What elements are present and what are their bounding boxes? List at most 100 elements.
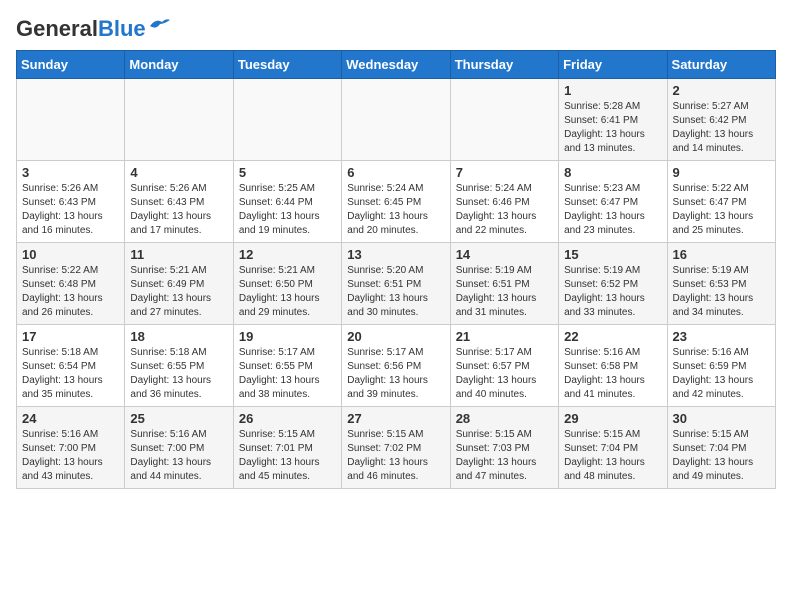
calendar-cell: 26 Sunrise: 5:15 AM Sunset: 7:01 PM Dayli… — [233, 407, 341, 489]
day-number: 9 — [673, 165, 770, 180]
calendar-cell: 3 Sunrise: 5:26 AM Sunset: 6:43 PM Daylig… — [17, 161, 125, 243]
day-number: 16 — [673, 247, 770, 262]
day-info: Sunrise: 5:19 AM Sunset: 6:51 PM Dayligh… — [456, 264, 553, 320]
weekday-header-saturday: Saturday — [667, 51, 775, 79]
day-number: 2 — [673, 83, 770, 98]
day-number: 25 — [130, 411, 227, 426]
calendar-cell — [450, 79, 558, 161]
calendar-header-row: SundayMondayTuesdayWednesdayThursdayFrid… — [17, 51, 776, 79]
day-info: Sunrise: 5:15 AM Sunset: 7:04 PM Dayligh… — [564, 428, 661, 484]
day-number: 8 — [564, 165, 661, 180]
day-number: 6 — [347, 165, 444, 180]
calendar-cell: 2 Sunrise: 5:27 AM Sunset: 6:42 PM Daylig… — [667, 79, 775, 161]
calendar: SundayMondayTuesdayWednesdayThursdayFrid… — [16, 50, 776, 489]
day-info: Sunrise: 5:21 AM Sunset: 6:49 PM Dayligh… — [130, 264, 227, 320]
day-number: 11 — [130, 247, 227, 262]
day-number: 3 — [22, 165, 119, 180]
day-info: Sunrise: 5:19 AM Sunset: 6:53 PM Dayligh… — [673, 264, 770, 320]
weekday-header-monday: Monday — [125, 51, 233, 79]
day-info: Sunrise: 5:18 AM Sunset: 6:55 PM Dayligh… — [130, 346, 227, 402]
calendar-cell: 13Sunrise: 5:20 AM Sunset: 6:51 PM Dayli… — [342, 243, 450, 325]
calendar-cell: 10 Sunrise: 5:22 AM Sunset: 6:48 PM Dayli… — [17, 243, 125, 325]
calendar-cell: 28 Sunrise: 5:15 AM Sunset: 7:03 PM Dayli… — [450, 407, 558, 489]
day-number: 22 — [564, 329, 661, 344]
day-number: 17 — [22, 329, 119, 344]
day-info: Sunrise: 5:19 AM Sunset: 6:52 PM Dayligh… — [564, 264, 661, 320]
day-info: Sunrise: 5:15 AM Sunset: 7:03 PM Dayligh… — [456, 428, 553, 484]
day-number: 19 — [239, 329, 336, 344]
calendar-cell: 1 Sunrise: 5:28 AM Sunset: 6:41 PM Daylig… — [559, 79, 667, 161]
day-number: 28 — [456, 411, 553, 426]
logo: GeneralBlue — [16, 16, 170, 42]
calendar-cell — [233, 79, 341, 161]
calendar-week-row: 1 Sunrise: 5:28 AM Sunset: 6:41 PM Daylig… — [17, 79, 776, 161]
day-info: Sunrise: 5:17 AM Sunset: 6:56 PM Dayligh… — [347, 346, 444, 402]
day-number: 29 — [564, 411, 661, 426]
weekday-header-thursday: Thursday — [450, 51, 558, 79]
calendar-cell — [17, 79, 125, 161]
day-info: Sunrise: 5:15 AM Sunset: 7:01 PM Dayligh… — [239, 428, 336, 484]
day-number: 24 — [22, 411, 119, 426]
day-number: 23 — [673, 329, 770, 344]
logo-bird-icon — [148, 16, 170, 34]
day-number: 10 — [22, 247, 119, 262]
weekday-header-tuesday: Tuesday — [233, 51, 341, 79]
day-info: Sunrise: 5:21 AM Sunset: 6:50 PM Dayligh… — [239, 264, 336, 320]
day-info: Sunrise: 5:27 AM Sunset: 6:42 PM Dayligh… — [673, 100, 770, 156]
calendar-week-row: 17 Sunrise: 5:18 AM Sunset: 6:54 PM Dayli… — [17, 325, 776, 407]
day-info: Sunrise: 5:16 AM Sunset: 6:58 PM Dayligh… — [564, 346, 661, 402]
calendar-cell: 12 Sunrise: 5:21 AM Sunset: 6:50 PM Dayli… — [233, 243, 341, 325]
day-info: Sunrise: 5:16 AM Sunset: 7:00 PM Dayligh… — [130, 428, 227, 484]
day-number: 26 — [239, 411, 336, 426]
calendar-cell — [125, 79, 233, 161]
day-info: Sunrise: 5:26 AM Sunset: 6:43 PM Dayligh… — [130, 182, 227, 238]
day-info: Sunrise: 5:22 AM Sunset: 6:47 PM Dayligh… — [673, 182, 770, 238]
header: GeneralBlue — [16, 16, 776, 42]
day-number: 27 — [347, 411, 444, 426]
weekday-header-wednesday: Wednesday — [342, 51, 450, 79]
day-number: 12 — [239, 247, 336, 262]
day-info: Sunrise: 5:22 AM Sunset: 6:48 PM Dayligh… — [22, 264, 119, 320]
day-info: Sunrise: 5:28 AM Sunset: 6:41 PM Dayligh… — [564, 100, 661, 156]
calendar-cell: 7 Sunrise: 5:24 AM Sunset: 6:46 PM Daylig… — [450, 161, 558, 243]
day-number: 20 — [347, 329, 444, 344]
day-number: 4 — [130, 165, 227, 180]
day-info: Sunrise: 5:26 AM Sunset: 6:43 PM Dayligh… — [22, 182, 119, 238]
calendar-cell: 4 Sunrise: 5:26 AM Sunset: 6:43 PM Daylig… — [125, 161, 233, 243]
calendar-cell: 29 Sunrise: 5:15 AM Sunset: 7:04 PM Dayli… — [559, 407, 667, 489]
calendar-cell: 23Sunrise: 5:16 AM Sunset: 6:59 PM Dayli… — [667, 325, 775, 407]
calendar-cell: 8 Sunrise: 5:23 AM Sunset: 6:47 PM Daylig… — [559, 161, 667, 243]
calendar-cell: 18Sunrise: 5:18 AM Sunset: 6:55 PM Dayli… — [125, 325, 233, 407]
day-number: 30 — [673, 411, 770, 426]
calendar-week-row: 24 Sunrise: 5:16 AM Sunset: 7:00 PM Dayli… — [17, 407, 776, 489]
calendar-cell: 14 Sunrise: 5:19 AM Sunset: 6:51 PM Dayli… — [450, 243, 558, 325]
weekday-header-sunday: Sunday — [17, 51, 125, 79]
day-number: 1 — [564, 83, 661, 98]
calendar-cell: 22 Sunrise: 5:16 AM Sunset: 6:58 PM Dayli… — [559, 325, 667, 407]
day-number: 21 — [456, 329, 553, 344]
day-number: 7 — [456, 165, 553, 180]
day-info: Sunrise: 5:17 AM Sunset: 6:55 PM Dayligh… — [239, 346, 336, 402]
day-info: Sunrise: 5:24 AM Sunset: 6:46 PM Dayligh… — [456, 182, 553, 238]
day-info: Sunrise: 5:18 AM Sunset: 6:54 PM Dayligh… — [22, 346, 119, 402]
day-number: 14 — [456, 247, 553, 262]
weekday-header-friday: Friday — [559, 51, 667, 79]
calendar-cell: 16 Sunrise: 5:19 AM Sunset: 6:53 PM Dayli… — [667, 243, 775, 325]
day-info: Sunrise: 5:16 AM Sunset: 7:00 PM Dayligh… — [22, 428, 119, 484]
calendar-cell: 9 Sunrise: 5:22 AM Sunset: 6:47 PM Daylig… — [667, 161, 775, 243]
calendar-cell: 30Sunrise: 5:15 AM Sunset: 7:04 PM Dayli… — [667, 407, 775, 489]
calendar-cell: 27Sunrise: 5:15 AM Sunset: 7:02 PM Dayli… — [342, 407, 450, 489]
calendar-week-row: 3 Sunrise: 5:26 AM Sunset: 6:43 PM Daylig… — [17, 161, 776, 243]
day-info: Sunrise: 5:17 AM Sunset: 6:57 PM Dayligh… — [456, 346, 553, 402]
day-info: Sunrise: 5:20 AM Sunset: 6:51 PM Dayligh… — [347, 264, 444, 320]
day-info: Sunrise: 5:24 AM Sunset: 6:45 PM Dayligh… — [347, 182, 444, 238]
day-info: Sunrise: 5:23 AM Sunset: 6:47 PM Dayligh… — [564, 182, 661, 238]
logo-text: GeneralBlue — [16, 16, 146, 42]
calendar-cell: 17 Sunrise: 5:18 AM Sunset: 6:54 PM Dayli… — [17, 325, 125, 407]
calendar-cell: 24 Sunrise: 5:16 AM Sunset: 7:00 PM Dayli… — [17, 407, 125, 489]
calendar-cell: 5Sunrise: 5:25 AM Sunset: 6:44 PM Daylig… — [233, 161, 341, 243]
calendar-cell — [342, 79, 450, 161]
calendar-cell: 25 Sunrise: 5:16 AM Sunset: 7:00 PM Dayli… — [125, 407, 233, 489]
calendar-cell: 19 Sunrise: 5:17 AM Sunset: 6:55 PM Dayli… — [233, 325, 341, 407]
calendar-cell: 11 Sunrise: 5:21 AM Sunset: 6:49 PM Dayli… — [125, 243, 233, 325]
